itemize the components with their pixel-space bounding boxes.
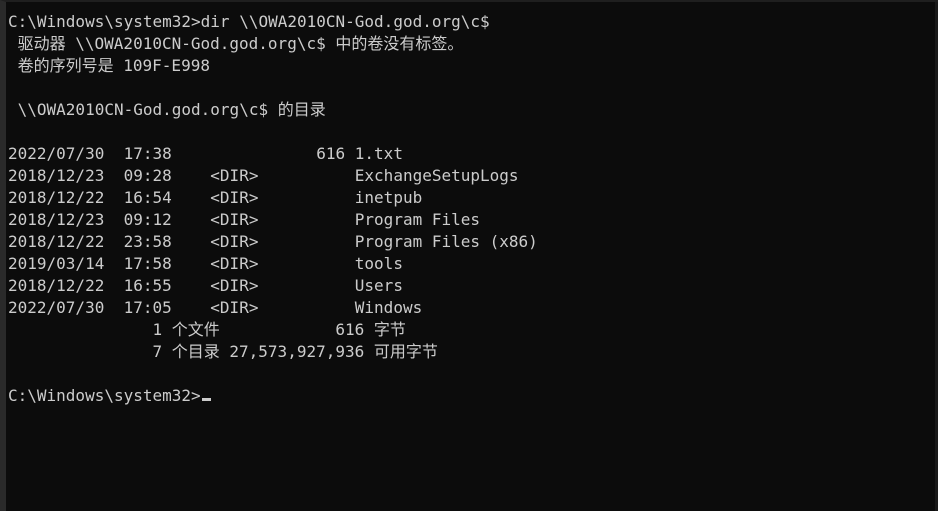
serial-number-line: 卷的序列号是 109F-E998 — [8, 56, 210, 75]
file-summary-line: 1 个文件 616 字节 — [8, 320, 406, 339]
prompt-line[interactable]: C:\Windows\system32> — [8, 385, 538, 407]
prompt-text: C:\Windows\system32> — [8, 386, 201, 405]
console-output[interactable]: C:\Windows\system32>dir \\OWA2010CN-God.… — [8, 11, 538, 407]
listing-row: 2022/07/30 17:05 <DIR> Windows — [8, 298, 423, 317]
listing-row: 2018/12/22 16:54 <DIR> inetpub — [8, 188, 423, 207]
dir-summary-line: 7 个目录 27,573,927,936 可用字节 — [8, 342, 438, 361]
listing-row: 2018/12/23 09:12 <DIR> Program Files — [8, 210, 481, 229]
volume-label-line: 驱动器 \\OWA2010CN-God.god.org\c$ 中的卷没有标签。 — [8, 34, 464, 53]
listing-row: 2022/07/30 17:38 616 1.txt — [8, 144, 403, 163]
listing-row: 2019/03/14 17:58 <DIR> tools — [8, 254, 403, 273]
text-cursor — [201, 398, 211, 401]
console-window[interactable]: C:\Windows\system32>dir \\OWA2010CN-God.… — [0, 0, 938, 511]
listing-row: 2018/12/22 16:55 <DIR> Users — [8, 276, 403, 295]
directory-header-line: \\OWA2010CN-God.god.org\c$ 的目录 — [8, 100, 326, 119]
command-line: C:\Windows\system32>dir \\OWA2010CN-God.… — [8, 12, 490, 31]
listing-row: 2018/12/22 23:58 <DIR> Program Files (x8… — [8, 232, 538, 251]
listing-row: 2018/12/23 09:28 <DIR> ExchangeSetupLogs — [8, 166, 519, 185]
